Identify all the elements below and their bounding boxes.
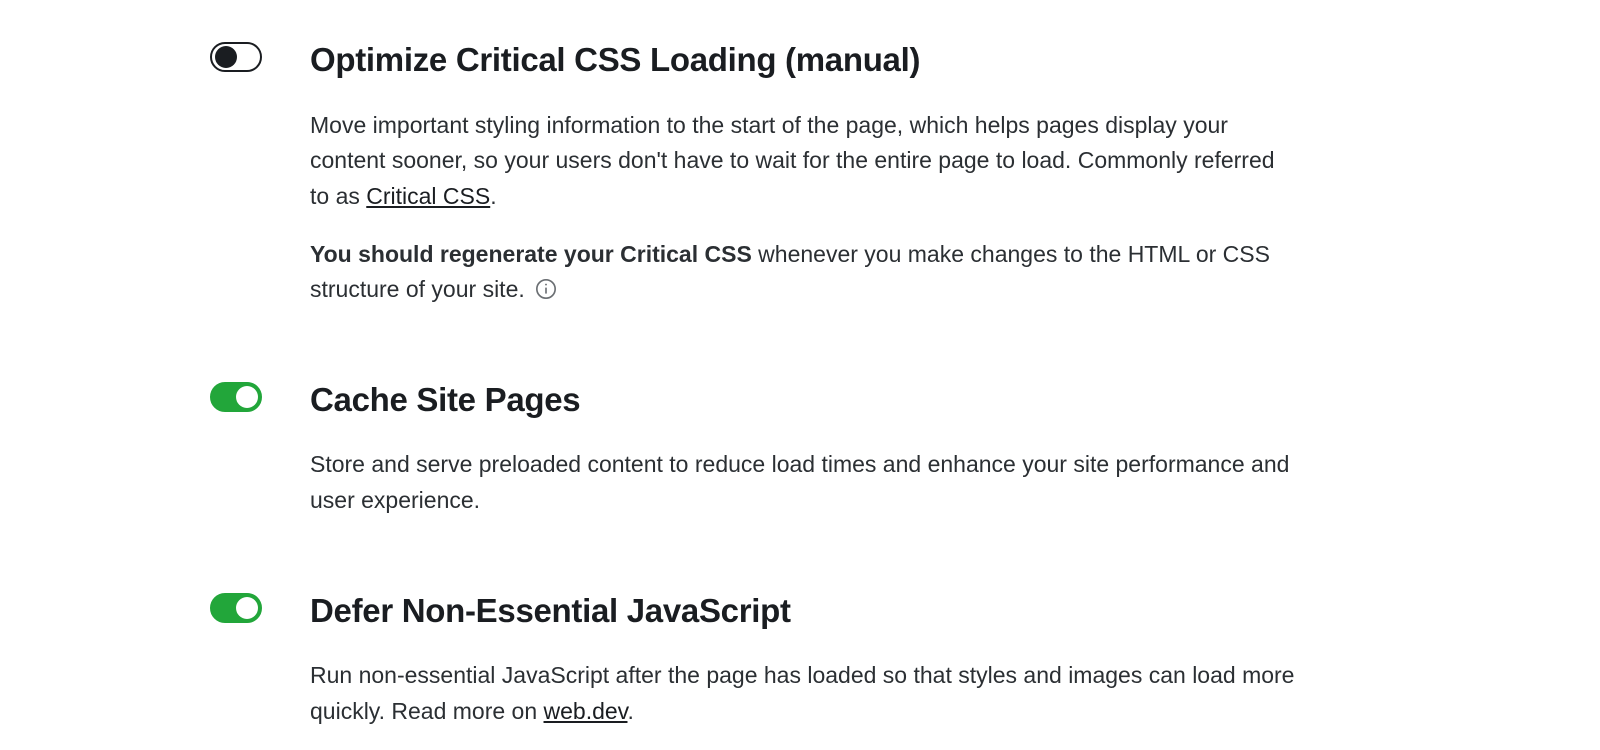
setting-description: Run non-essential JavaScript after the p…: [310, 658, 1300, 729]
setting-content: Optimize Critical CSS Loading (manual) M…: [310, 40, 1300, 308]
toggle-column: [210, 40, 310, 77]
setting-title: Optimize Critical CSS Loading (manual): [310, 40, 1300, 80]
setting-cache-pages: Cache Site Pages Store and serve preload…: [210, 380, 1390, 519]
setting-content: Cache Site Pages Store and serve preload…: [310, 380, 1300, 519]
toggle-critical-css[interactable]: [210, 42, 262, 72]
desc-text-post: .: [627, 698, 633, 724]
setting-title: Defer Non-Essential JavaScript: [310, 591, 1300, 631]
critical-css-link[interactable]: Critical CSS: [366, 183, 490, 209]
toggle-column: [210, 380, 310, 417]
setting-description: Store and serve preloaded content to red…: [310, 447, 1300, 518]
desc-text: Run non-essential JavaScript after the p…: [310, 662, 1294, 724]
setting-description: Move important styling information to th…: [310, 108, 1300, 215]
info-icon[interactable]: [535, 278, 557, 300]
setting-defer-js: Defer Non-Essential JavaScript Run non-e…: [210, 591, 1390, 730]
webdev-link[interactable]: web.dev: [544, 698, 628, 724]
setting-note: You should regenerate your Critical CSS …: [310, 237, 1300, 308]
toggle-knob: [215, 46, 237, 68]
setting-critical-css: Optimize Critical CSS Loading (manual) M…: [210, 40, 1390, 308]
desc-text-post: .: [490, 183, 496, 209]
setting-title: Cache Site Pages: [310, 380, 1300, 420]
toggle-knob: [236, 386, 258, 408]
toggle-cache-pages[interactable]: [210, 382, 262, 412]
toggle-defer-js[interactable]: [210, 593, 262, 623]
setting-content: Defer Non-Essential JavaScript Run non-e…: [310, 591, 1300, 730]
toggle-knob: [236, 597, 258, 619]
toggle-column: [210, 591, 310, 628]
note-bold: You should regenerate your Critical CSS: [310, 241, 752, 267]
settings-list: Optimize Critical CSS Loading (manual) M…: [0, 0, 1600, 730]
